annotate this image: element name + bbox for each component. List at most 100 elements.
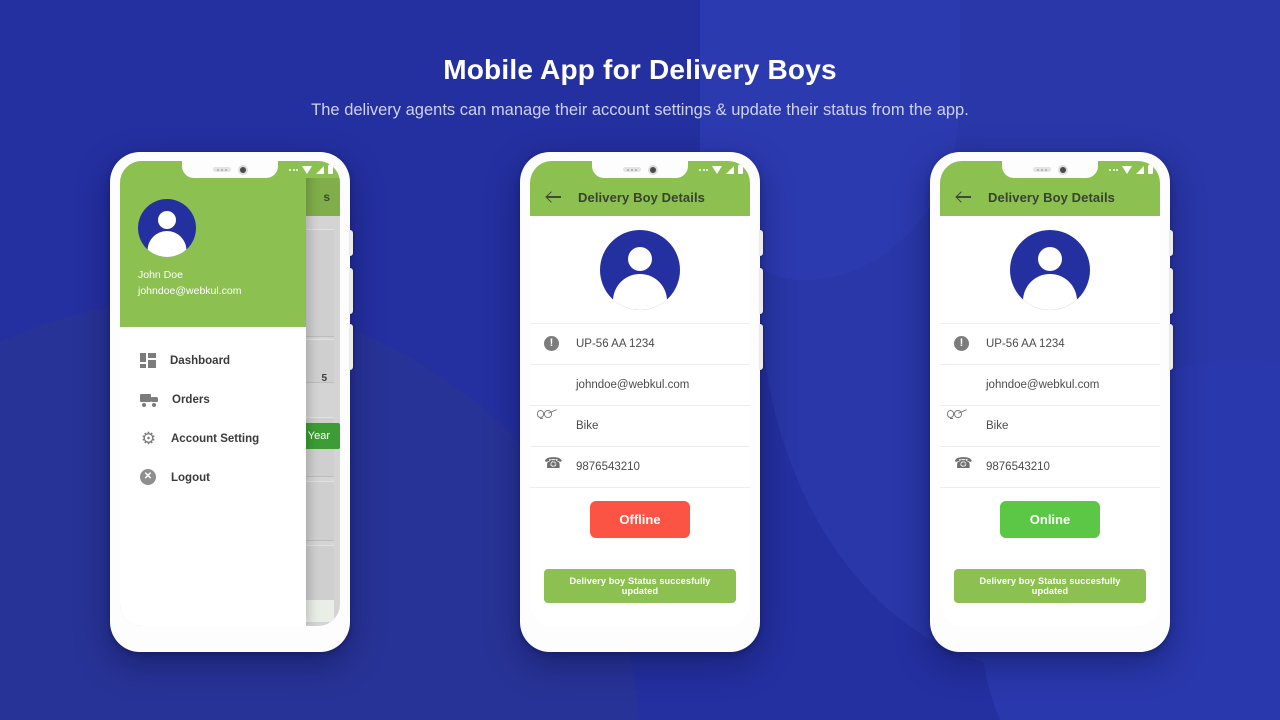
signal-icon [726,165,734,174]
avatar-head [628,246,652,271]
phone-mockup-online: Delivery Boy Details ! UP-56 AA 1234 joh… [930,152,1173,652]
status-toast: Delivery boy Status succesfully updated [544,569,736,603]
user-avatar-icon [1010,229,1090,310]
phone-notch [592,161,688,178]
phone-volume-down-button [759,324,763,370]
detail-value: UP-56 AA 1234 [576,338,655,350]
phone-screen: s 5 Year John Doe johndoe@webkul.com Das… [120,161,340,626]
detail-row-vehicle-number: ! UP-56 AA 1234 [940,324,1160,365]
detail-value: johndoe@webkul.com [986,379,1100,391]
app-bar-title: Delivery Boy Details [988,189,1116,205]
signal-icon [1136,165,1144,174]
front-camera-icon [1057,164,1068,175]
drawer-item-label: Orders [172,393,210,406]
details-list: ! UP-56 AA 1234 johndoe@webkul.com Bike … [940,324,1160,488]
dashboard-appbar-title: s [323,190,330,204]
drawer-item-label: Logout [171,471,210,484]
map-attribution [328,605,330,611]
speaker-grille-icon [622,167,641,172]
avatar-body [1023,273,1077,310]
profile-avatar-area [530,216,750,324]
detail-value: Bike [576,420,599,432]
front-camera-icon [237,164,248,175]
status-toggle-button[interactable]: Online [1000,501,1100,538]
phone-volume-down-button [349,324,353,370]
phone-mockup-drawer: s 5 Year John Doe johndoe@webkul.com Das… [110,152,353,652]
more-dots-icon [699,168,708,171]
mail-icon [544,377,561,394]
chart-value-label: 5 [321,373,327,384]
detail-value: Bike [986,420,1009,432]
drawer-user-name: John Doe [138,269,183,281]
logout-icon: ✕ [140,469,157,486]
speaker-grille-icon [212,167,231,172]
detail-value: 9876543210 [986,461,1050,473]
drawer-item-logout[interactable]: ✕ Logout [120,458,306,497]
avatar-head [158,211,176,229]
phone-volume-up-button [759,268,763,314]
drawer-item-account-setting[interactable]: ⚙ Account Setting [120,419,306,458]
wifi-icon [712,165,722,174]
avatar-head [1038,246,1062,271]
mail-icon [954,377,971,394]
drawer-header: John Doe johndoe@webkul.com [120,161,306,327]
app-bar-title: Delivery Boy Details [578,189,706,205]
app-bar: Delivery Boy Details [940,178,1160,216]
bike-icon [946,409,971,435]
wifi-icon [1122,165,1132,174]
detail-row-phone: 9876543210 [940,447,1160,488]
battery-icon [328,163,333,174]
navigation-drawer: John Doe johndoe@webkul.com Dashboard Or… [120,161,306,626]
user-avatar-icon [138,199,196,257]
detail-row-email: johndoe@webkul.com [530,365,750,406]
more-dots-icon [289,168,298,171]
info-icon: ! [544,335,561,353]
phone-notch [1002,161,1098,178]
status-toggle-button[interactable]: Offline [590,501,690,538]
app-bar: Delivery Boy Details [530,178,750,216]
phone-mockups: s 5 Year John Doe johndoe@webkul.com Das… [0,0,1280,720]
wifi-icon [302,165,312,174]
signal-icon [316,165,324,174]
info-icon: ! [954,335,971,353]
battery-icon [1148,163,1153,174]
drawer-item-orders[interactable]: Orders [120,380,306,419]
details-list: ! UP-56 AA 1234 johndoe@webkul.com Bike … [530,324,750,488]
drawer-item-label: Account Setting [171,432,260,445]
phone-notch [182,161,278,178]
back-arrow-icon[interactable] [546,189,562,205]
detail-row-vehicle-number: ! UP-56 AA 1234 [530,324,750,365]
back-arrow-icon[interactable] [956,189,972,205]
phone-side-button [759,230,763,256]
phone-screen: Delivery Boy Details ! UP-56 AA 1234 joh… [940,161,1160,626]
detail-value: 9876543210 [576,461,640,473]
phone-mockup-offline: Delivery Boy Details ! UP-56 AA 1234 joh… [520,152,763,652]
drawer-item-label: Dashboard [170,354,231,367]
phone-volume-up-button [349,268,353,314]
truck-icon [140,393,158,407]
phone-volume-up-button [1169,268,1173,314]
gear-icon: ⚙ [140,429,157,448]
front-camera-icon [647,164,658,175]
more-dots-icon [1109,168,1118,171]
drawer-item-dashboard[interactable]: Dashboard [120,341,306,380]
status-toast: Delivery boy Status succesfully updated [954,569,1146,603]
drawer-user-email: johndoe@webkul.com [138,285,242,297]
status-button-area: Offline [530,501,750,538]
drawer-menu: Dashboard Orders ⚙ Account Setting ✕ Log… [120,327,306,497]
phone-icon [954,459,971,476]
detail-row-vehicle-type: Bike [940,406,1160,447]
phone-icon [544,459,561,476]
phone-volume-down-button [1169,324,1173,370]
detail-row-email: johndoe@webkul.com [940,365,1160,406]
grid-icon [140,353,156,368]
avatar-body [147,231,187,257]
profile-avatar-area [940,216,1160,324]
avatar-body [613,273,667,310]
user-avatar-icon [600,229,680,310]
detail-value: UP-56 AA 1234 [986,338,1065,350]
detail-row-phone: 9876543210 [530,447,750,488]
detail-value: johndoe@webkul.com [576,379,690,391]
detail-row-vehicle-type: Bike [530,406,750,447]
status-button-area: Online [940,501,1160,538]
